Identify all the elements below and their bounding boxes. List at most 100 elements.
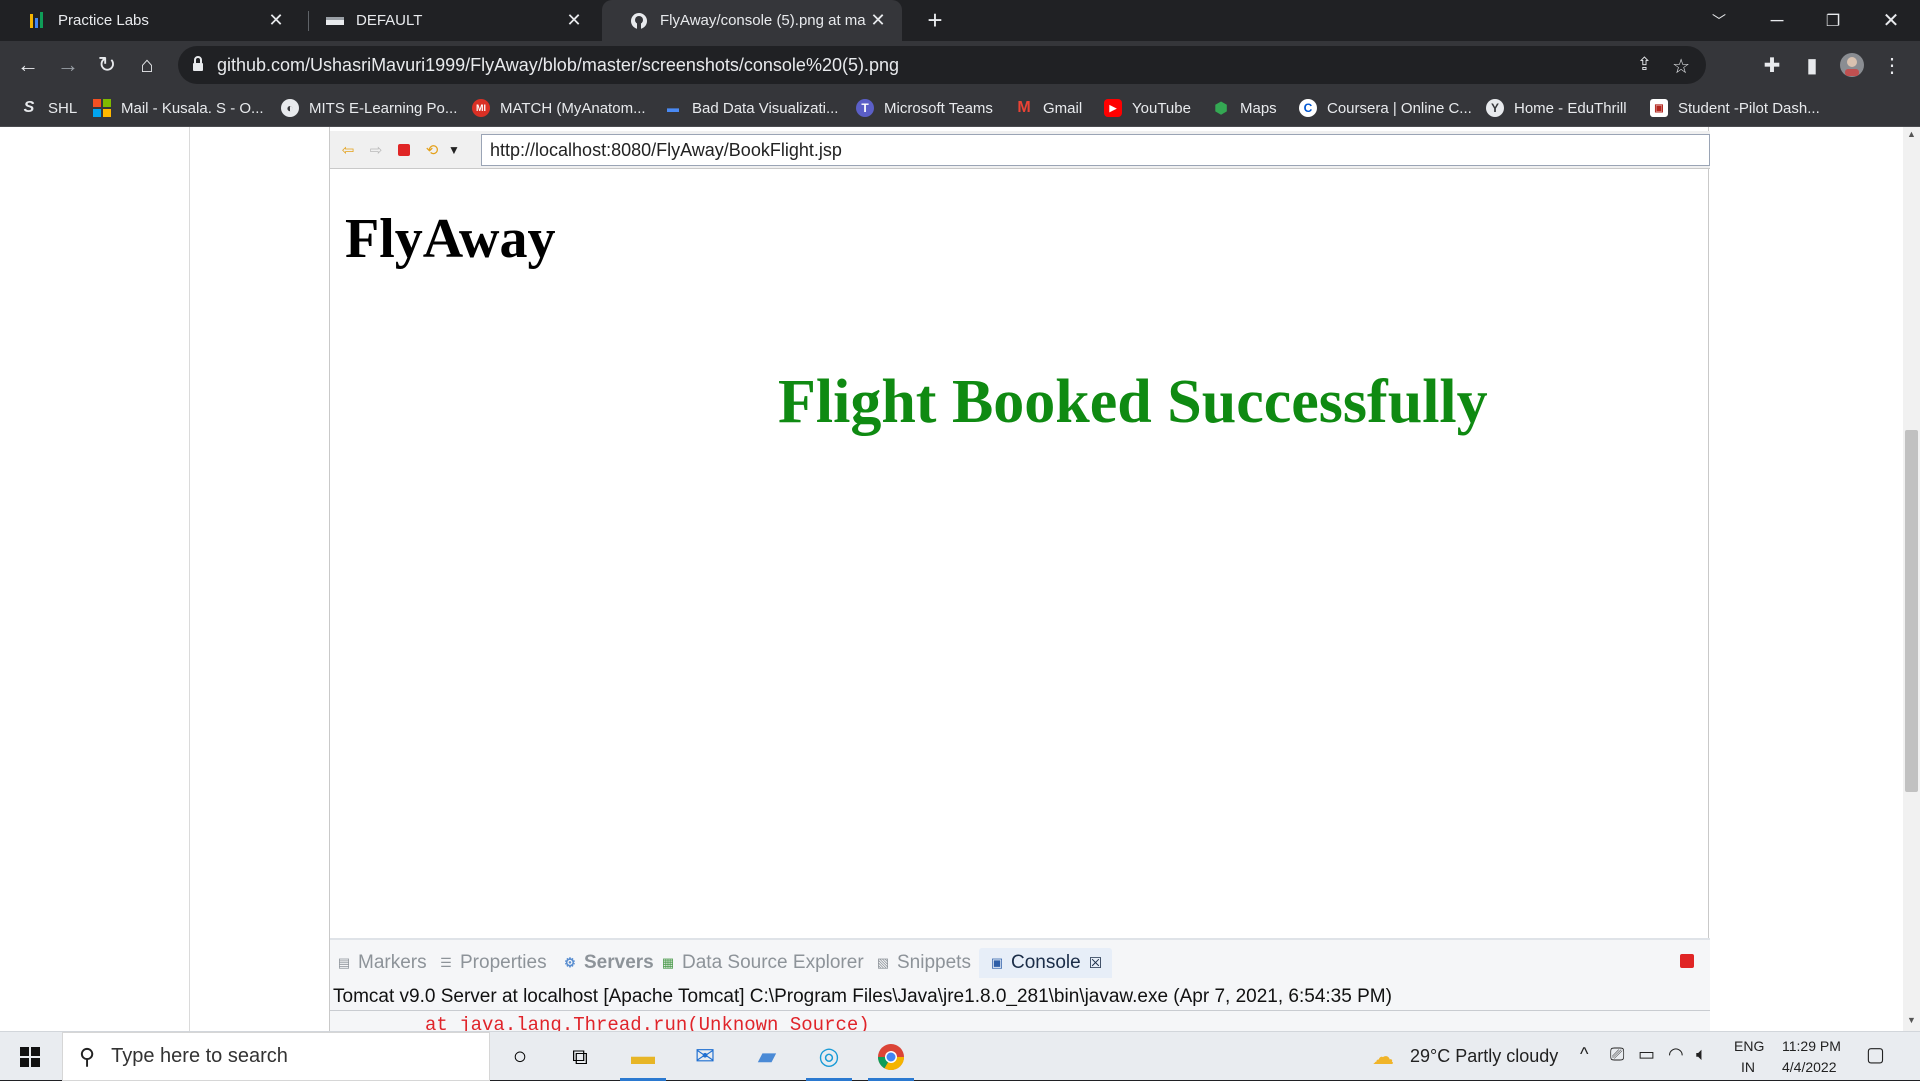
gmail-icon: M	[1017, 99, 1031, 116]
chrome-icon[interactable]	[866, 1032, 916, 1081]
servers-icon: ⚙	[564, 955, 576, 970]
tab-practice-labs[interactable]: Practice Labs ✕	[0, 0, 300, 41]
bookmark-label: SHL	[48, 99, 78, 117]
bookmark-label: Microsoft Teams	[884, 99, 993, 117]
menu-icon[interactable]: ⋮	[1876, 49, 1908, 81]
star-icon[interactable]: ☆	[1672, 54, 1690, 79]
extensions-icon[interactable]: ✚	[1756, 49, 1788, 81]
show-hidden-icons-icon[interactable]: ^	[1580, 1044, 1588, 1065]
bookmark-maps[interactable]: ⬢ Maps	[1212, 97, 1277, 119]
windows-start-icon[interactable]	[5, 1032, 55, 1081]
bookmark-label: Maps	[1240, 99, 1277, 117]
notification-icon[interactable]: ▢	[1866, 1042, 1885, 1067]
bookmark-label: Student -Pilot Dash...	[1678, 99, 1820, 117]
coursera-icon: C	[1299, 99, 1317, 117]
view-tab-properties: ☰ Properties	[438, 948, 546, 978]
tab-search-chevron-icon[interactable]: ﹀	[1694, 0, 1744, 41]
view-tab-markers: ▤ Markers	[336, 948, 427, 978]
practice-labs-icon	[28, 11, 46, 30]
eclipse-refresh-icon: ⟲	[425, 142, 439, 159]
back-button[interactable]: ←	[12, 49, 44, 81]
bookmark-match[interactable]: MI MATCH (MyAnatom...	[472, 97, 646, 119]
eclipse-forward-icon: ⇨	[369, 142, 383, 159]
eclipse-stop-icon	[394, 141, 414, 159]
store-icon[interactable]: ▰	[742, 1032, 792, 1081]
console-divider	[330, 1010, 1710, 1011]
student-icon: ▣	[1650, 99, 1668, 117]
browser-toolbar: ← → ↻ ⌂ github.com/UshasriMavuri1999/Fly…	[0, 41, 1920, 89]
markers-icon: ▤	[337, 955, 351, 970]
tab-title: Practice Labs	[58, 12, 149, 29]
window-close-button[interactable]: ✕	[1866, 0, 1916, 41]
bookmark-mail[interactable]: Mail - Kusala. S - O...	[93, 97, 264, 119]
taskbar-search-box[interactable]: ⚲ Type here to search	[62, 1032, 490, 1081]
bookmarks-bar: S SHL Mail - Kusala. S - O... ◐ MITS E-Lea…	[0, 89, 1920, 127]
minimize-button[interactable]: ─	[1752, 0, 1802, 41]
tab-github-console[interactable]: FlyAway/console (5).png at maste ✕	[602, 0, 902, 41]
wifi-icon[interactable]: ◠	[1668, 1044, 1684, 1065]
bookmark-label: Mail - Kusala. S - O...	[121, 99, 264, 117]
language-top[interactable]: ENG	[1734, 1038, 1764, 1054]
bookmark-bad-data[interactable]: ▬ Bad Data Visualizati...	[664, 97, 838, 119]
snippets-icon: ▧	[876, 955, 890, 970]
mail-icon[interactable]: ✉	[680, 1032, 730, 1081]
properties-icon: ☰	[440, 955, 452, 970]
avatar[interactable]	[1836, 49, 1868, 81]
eduthrill-icon: Y	[1486, 99, 1504, 117]
bookmark-mits[interactable]: ◐ MITS E-Learning Po...	[281, 97, 457, 119]
windows-taskbar: ⚲ Type here to search ○ ⧉ ▬ ✉ ▰ ◎ ☁ 29°C…	[0, 1031, 1920, 1081]
bookmark-shl[interactable]: S SHL	[20, 97, 78, 119]
task-view-icon[interactable]: ⧉	[555, 1032, 605, 1081]
scroll-down-icon[interactable]: ▼	[1907, 1015, 1916, 1025]
battery-icon[interactable]: ▭	[1638, 1044, 1655, 1065]
console-icon: ▣	[990, 955, 1004, 970]
bookmark-youtube[interactable]: ▶ YouTube	[1104, 97, 1191, 119]
youtube-icon: ▶	[1104, 99, 1122, 117]
tab-title: DEFAULT	[356, 12, 423, 29]
restore-button[interactable]: ❐	[1808, 0, 1858, 41]
weather-icon[interactable]: ☁	[1372, 1044, 1394, 1070]
clock-time[interactable]: 11:29 PM	[1782, 1038, 1841, 1054]
side-panel-icon[interactable]: ▮	[1796, 49, 1828, 81]
bookmark-student[interactable]: ▣ Student -Pilot Dash...	[1650, 97, 1820, 119]
edge-icon[interactable]: ◎	[804, 1032, 854, 1081]
volume-icon[interactable]: 🔈︎	[1696, 1044, 1707, 1065]
address-bar[interactable]: github.com/UshasriMavuri1999/FlyAway/blo…	[178, 46, 1706, 84]
weather-text[interactable]: 29°C Partly cloudy	[1410, 1046, 1558, 1067]
clock-date[interactable]: 4/4/2022	[1782, 1059, 1837, 1075]
github-icon	[630, 12, 648, 30]
eclipse-back-icon: ⇦	[341, 142, 355, 159]
search-icon: ⚲	[79, 1043, 96, 1069]
eclipse-url-field: http://localhost:8080/FlyAway/BookFlight…	[481, 134, 1710, 166]
success-message: Flight Booked Successfully	[778, 368, 1488, 436]
forward-button[interactable]: →	[52, 49, 84, 81]
meet-now-icon[interactable]: ⎚	[1610, 1044, 1624, 1065]
home-button[interactable]: ⌂	[131, 49, 163, 81]
eclipse-dropdown-icon: ▼	[448, 143, 460, 157]
scroll-up-icon[interactable]: ▲	[1907, 129, 1916, 139]
bookmark-label: MITS E-Learning Po...	[309, 99, 458, 117]
match-icon: MI	[472, 99, 490, 117]
language-bottom[interactable]: IN	[1741, 1059, 1755, 1075]
reload-button[interactable]: ↻	[91, 49, 123, 81]
view-tab-data-source: ▦ Data Source Explorer	[660, 948, 864, 978]
bookmark-teams[interactable]: T Microsoft Teams	[856, 97, 993, 119]
view-tab-label: Markers	[358, 952, 427, 973]
page-divider	[189, 127, 190, 1031]
scrollbar-thumb[interactable]	[1905, 430, 1918, 792]
close-icon[interactable]: ✕	[562, 9, 586, 33]
tab-default[interactable]: DEFAULT ✕	[298, 0, 598, 41]
bookmark-coursera[interactable]: C Coursera | Online C...	[1299, 97, 1472, 119]
share-icon[interactable]: ⇪	[1637, 54, 1652, 75]
close-icon[interactable]: ✕	[264, 9, 288, 33]
dash-icon: ▬	[667, 101, 679, 115]
bookmark-eduthrill[interactable]: Y Home - EduThrill	[1486, 97, 1627, 119]
cortana-icon[interactable]: ○	[495, 1032, 545, 1081]
new-tab-button[interactable]: +	[910, 0, 960, 41]
view-tab-console: ▣ Console ☒	[979, 948, 1113, 978]
screenshot-image: ⇦ ⇨ ⟲ ▼ http://localhost:8080/FlyAway/Bo…	[329, 127, 1710, 1036]
file-explorer-icon[interactable]: ▬	[618, 1032, 668, 1081]
bookmark-gmail[interactable]: M Gmail	[1015, 97, 1082, 119]
bookmark-label: Gmail	[1043, 99, 1083, 117]
close-icon[interactable]: ✕	[866, 9, 890, 33]
